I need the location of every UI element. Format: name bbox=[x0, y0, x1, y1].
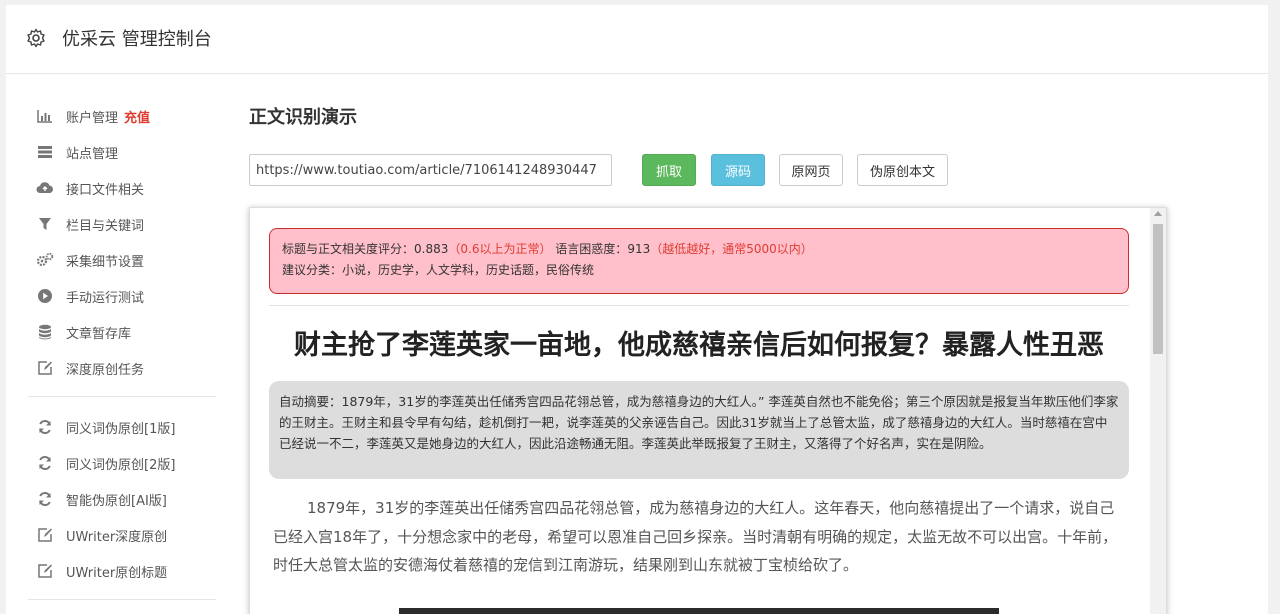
sidebar-item-synonym-v2[interactable]: 同义词伪原创[2版] bbox=[28, 445, 218, 481]
original-page-button[interactable]: 原网页 bbox=[779, 154, 843, 186]
top-bar: 优采云 管理控制台 bbox=[6, 5, 1268, 74]
fetch-button[interactable]: 抓取 bbox=[642, 154, 696, 186]
brand-title: 优采云 管理控制台 bbox=[62, 29, 212, 50]
sidebar-item-label: 手动运行测试 bbox=[66, 290, 145, 306]
perplexity-note: （越低越好，通常5000以内） bbox=[650, 242, 813, 256]
scroll-thumb[interactable] bbox=[1153, 224, 1163, 354]
sidebar-item-ai-rewrite[interactable]: 智能伪原创[AI版] bbox=[28, 481, 218, 517]
recharge-badge[interactable]: 充值 bbox=[124, 107, 150, 126]
sidebar-item-collect-settings[interactable]: 采集细节设置 bbox=[28, 242, 218, 278]
url-input[interactable] bbox=[249, 154, 612, 186]
sidebar-item-uwriter-deep[interactable]: UWriter深度原创 bbox=[28, 517, 218, 553]
sidebar-item-label: 账户管理 bbox=[66, 110, 119, 126]
sidebar-item-label: UWriter深度原创 bbox=[66, 529, 168, 545]
sidebar-item-label: 文章暂存库 bbox=[66, 326, 132, 342]
refresh-icon bbox=[36, 454, 54, 472]
sidebar-item-label: 同义词伪原创[2版] bbox=[66, 457, 176, 473]
perplexity-value: 913 bbox=[627, 242, 651, 256]
sidebar-divider bbox=[28, 599, 216, 600]
page-title: 正文识别演示 bbox=[249, 107, 357, 128]
sidebar-item-synonym-v1[interactable]: 同义词伪原创[1版] bbox=[28, 409, 218, 445]
bar-chart-icon bbox=[36, 107, 54, 125]
category-label: 建议分类： bbox=[282, 263, 343, 277]
scrollbar[interactable] bbox=[1150, 208, 1166, 614]
sidebar-item-label: 栏目与关键词 bbox=[66, 218, 145, 234]
article-title: 财主抢了李莲英家一亩地，他成慈禧亲信后如何报复？暴露人性丑恶 bbox=[294, 330, 1104, 361]
filter-icon bbox=[36, 215, 54, 233]
sidebar-divider bbox=[28, 396, 216, 397]
sidebar-item-sites[interactable]: 站点管理 bbox=[28, 134, 218, 170]
edit-icon bbox=[36, 562, 54, 580]
article-body: 1879年，31岁的李莲英出任储秀宫四品花翎总管，成为慈禧身边的大红人。这年春天… bbox=[273, 499, 1118, 574]
sidebar-item-label: 站点管理 bbox=[66, 146, 119, 162]
cloud-upload-icon bbox=[36, 179, 54, 197]
edit-icon bbox=[36, 526, 54, 544]
cogs-icon bbox=[36, 251, 54, 269]
refresh-icon bbox=[36, 490, 54, 508]
sidebar-item-label: 接口文件相关 bbox=[66, 182, 145, 198]
result-viewer[interactable]: 标题与正文相关度评分：0.883（0.6以上为正常） 语言困惑度：913（越低越… bbox=[249, 207, 1167, 614]
rewrite-article-button[interactable]: 伪原创本文 bbox=[857, 154, 948, 186]
edit-icon bbox=[36, 359, 54, 377]
sidebar-item-label: UWriter原创标题 bbox=[66, 565, 168, 581]
score-label: 标题与正文相关度评分： bbox=[282, 242, 415, 256]
sidebar-item-account[interactable]: 账户管理 充值 bbox=[28, 98, 218, 134]
sidebar-item-label: 深度原创任务 bbox=[66, 362, 145, 378]
database-icon bbox=[36, 323, 54, 341]
sidebar-item-uwriter-title[interactable]: UWriter原创标题 bbox=[28, 553, 218, 589]
analysis-box: 标题与正文相关度评分：0.883（0.6以上为正常） 语言困惑度：913（越低越… bbox=[269, 228, 1129, 294]
category-value: 小说，历史学，人文学科，历史话题，民俗传统 bbox=[342, 263, 595, 277]
article-image bbox=[399, 608, 999, 614]
refresh-icon bbox=[36, 418, 54, 436]
source-button[interactable]: 源码 bbox=[711, 154, 765, 186]
sidebar-item-deep-original[interactable]: 深度原创任务 bbox=[28, 350, 218, 386]
sidebar-item-label: 智能伪原创[AI版] bbox=[66, 493, 167, 509]
divider bbox=[269, 305, 1129, 306]
scroll-up-arrow-icon[interactable] bbox=[1154, 211, 1162, 216]
server-icon bbox=[36, 143, 54, 161]
score-line: 标题与正文相关度评分：0.883（0.6以上为正常） 语言困惑度：913（越低越… bbox=[282, 239, 1116, 260]
perplexity-label: 语言困惑度： bbox=[555, 242, 628, 256]
sidebar-item-columns-keywords[interactable]: 栏目与关键词 bbox=[28, 206, 218, 242]
sidebar-item-label: 采集细节设置 bbox=[66, 254, 145, 270]
gear-icon bbox=[27, 28, 45, 48]
auto-summary: 自动摘要：1879年，31岁的李莲英出任储秀宫四品花翎总管，成为慈禧身边的大红人… bbox=[269, 381, 1129, 479]
sidebar-item-manual-run[interactable]: 手动运行测试 bbox=[28, 278, 218, 314]
sidebar-item-label: 同义词伪原创[1版] bbox=[66, 421, 176, 437]
sidebar: 账户管理 充值 站点管理 接口文件相关 栏目与关键词 采集细节设置 手动运行测试 bbox=[28, 98, 218, 612]
sidebar-item-interface-files[interactable]: 接口文件相关 bbox=[28, 170, 218, 206]
sidebar-item-article-store[interactable]: 文章暂存库 bbox=[28, 314, 218, 350]
score-value: 0.883 bbox=[414, 242, 449, 256]
play-circle-icon bbox=[36, 287, 54, 305]
category-line: 建议分类：小说，历史学，人文学科，历史话题，民俗传统 bbox=[282, 260, 1116, 281]
score-note: （0.6以上为正常） bbox=[448, 242, 552, 256]
